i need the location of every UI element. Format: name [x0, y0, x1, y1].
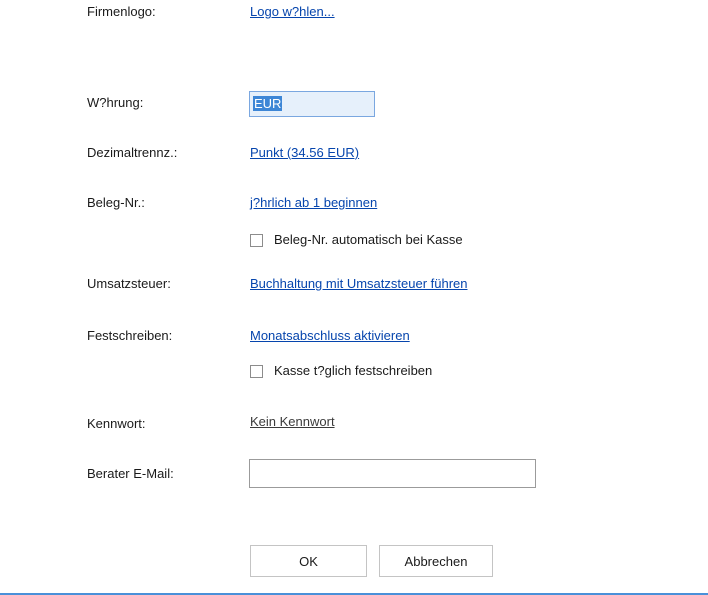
choose-logo-link[interactable]: Logo w?hlen...: [250, 4, 335, 20]
decimal-separator-label: Dezimaltrennz.:: [87, 145, 178, 160]
currency-field[interactable]: EUR: [249, 91, 375, 117]
lock-label: Festschreiben:: [87, 328, 173, 343]
vat-link[interactable]: Buchhaltung mit Umsatzsteuer führen: [250, 276, 468, 292]
daily-lock-checkbox-label: Kasse t?glich festschreiben: [274, 363, 433, 378]
currency-value: EUR: [253, 96, 283, 111]
daily-lock-checkbox[interactable]: [250, 364, 263, 378]
receipt-auto-checkbox-row[interactable]: Beleg-Nr. automatisch bei Kasse: [250, 232, 463, 248]
receipt-auto-checkbox-label: Beleg-Nr. automatisch bei Kasse: [274, 232, 463, 247]
receipt-number-link[interactable]: j?hrlich ab 1 beginnen: [250, 195, 377, 211]
advisor-email-field[interactable]: [249, 459, 536, 488]
daily-lock-checkbox-row[interactable]: Kasse t?glich festschreiben: [250, 363, 432, 379]
currency-label: W?hrung:: [87, 95, 144, 110]
decimal-separator-link[interactable]: Punkt (34.56 EUR): [250, 145, 359, 161]
password-link[interactable]: Kein Kennwort: [250, 414, 335, 430]
lock-link[interactable]: Monatsabschluss aktivieren: [250, 328, 410, 344]
ok-button[interactable]: OK: [250, 545, 367, 577]
receipt-number-label: Beleg-Nr.:: [87, 195, 145, 210]
cancel-button[interactable]: Abbrechen: [379, 545, 493, 577]
receipt-auto-checkbox[interactable]: [250, 233, 263, 247]
password-label: Kennwort:: [87, 416, 146, 431]
logo-label: Firmenlogo:: [87, 4, 156, 19]
advisor-email-label: Berater E-Mail:: [87, 466, 174, 481]
vat-label: Umsatzsteuer:: [87, 276, 171, 291]
